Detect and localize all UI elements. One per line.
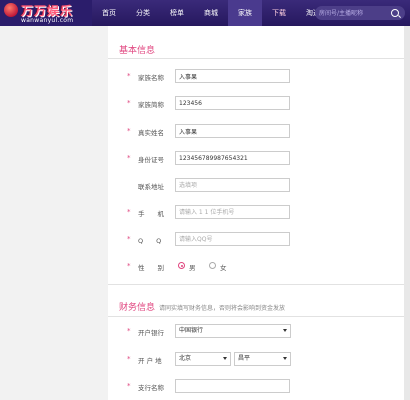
row-phone: * 手 机 xyxy=(108,205,410,219)
field-label: 身份证号 xyxy=(138,156,164,164)
site-logo[interactable]: 万万娱乐 wanwanyul.com xyxy=(0,0,92,26)
search-icon[interactable] xyxy=(391,9,399,17)
chevron-down-icon xyxy=(283,357,287,360)
field-label: 联系地址 xyxy=(138,183,164,191)
nav-item-home[interactable]: 首页 xyxy=(92,0,126,26)
required-mark: * xyxy=(127,382,131,390)
city-select[interactable]: 昌平 xyxy=(234,352,291,366)
section-divider xyxy=(108,284,410,285)
field-label: Q Q xyxy=(138,237,162,245)
province-select-value: 北京 xyxy=(179,355,192,362)
search-input[interactable] xyxy=(319,6,391,20)
page-scrollbar[interactable] xyxy=(404,26,410,400)
required-mark: * xyxy=(127,208,131,216)
real-name-field[interactable] xyxy=(175,124,290,138)
city-select-value: 昌平 xyxy=(238,355,251,362)
row-address: 联系地址 xyxy=(108,178,410,192)
field-label: 开 户 地 xyxy=(138,357,162,365)
nav-item-ranking[interactable]: 榜单 xyxy=(160,0,194,26)
gender-female-label[interactable]: 女 xyxy=(220,262,227,272)
qq-field[interactable] xyxy=(175,232,290,246)
required-mark: * xyxy=(127,262,131,270)
family-apply-form: 基本信息 * 家族名称 * 家族简称 * 真实姓名 * 身份证号 联系地址 * … xyxy=(108,26,410,400)
field-label: 家族名称 xyxy=(138,74,164,82)
row-bank: * 开户银行 中国银行 xyxy=(108,324,410,338)
family-short-name-field[interactable] xyxy=(175,96,290,110)
bank-select[interactable]: 中国银行 xyxy=(175,324,291,338)
finance-title-text: 财务信息 xyxy=(119,303,156,313)
field-label: 性 别 xyxy=(138,264,164,272)
bank-select-value: 中国银行 xyxy=(179,327,204,334)
top-navigation-bar: 万万娱乐 wanwanyul.com 首页 分类 榜单 商城 家族 下载 淘选 xyxy=(0,0,410,26)
required-mark: * xyxy=(127,99,131,107)
logo-mascot-icon xyxy=(4,3,18,17)
main-nav: 首页 分类 榜单 商城 家族 下载 淘选 xyxy=(92,0,330,26)
row-gender: * 性 别 男 女 xyxy=(108,259,410,273)
field-label: 家族简称 xyxy=(138,101,164,109)
nav-item-download[interactable]: 下载 xyxy=(262,0,296,26)
chevron-down-icon xyxy=(223,357,227,360)
id-number-field[interactable] xyxy=(175,151,290,165)
row-branch: * 支行名称 xyxy=(108,379,410,393)
phone-field[interactable] xyxy=(175,205,290,219)
gender-female-radio[interactable] xyxy=(209,262,216,269)
province-select[interactable]: 北京 xyxy=(175,352,231,366)
row-family-name: * 家族名称 xyxy=(108,69,410,83)
nav-item-category[interactable]: 分类 xyxy=(126,0,160,26)
field-label: 手 机 xyxy=(138,210,164,218)
required-mark: * xyxy=(127,235,131,243)
gender-male-label[interactable]: 男 xyxy=(189,262,196,272)
logo-domain: wanwanyul.com xyxy=(21,17,74,24)
family-name-field[interactable] xyxy=(175,69,290,83)
gender-male-radio[interactable] xyxy=(178,262,185,269)
required-mark: * xyxy=(127,127,131,135)
field-label: 支行名称 xyxy=(138,384,164,392)
row-real-name: * 真实姓名 xyxy=(108,124,410,138)
section-divider xyxy=(108,58,410,59)
nav-item-shop[interactable]: 商城 xyxy=(194,0,228,26)
field-label: 真实姓名 xyxy=(138,129,164,137)
required-mark: * xyxy=(127,154,131,162)
required-mark: * xyxy=(127,72,131,80)
required-mark: * xyxy=(127,327,131,335)
field-label: 开户银行 xyxy=(138,329,164,337)
row-id-number: * 身份证号 xyxy=(108,151,410,165)
row-location: * 开 户 地 北京 昌平 xyxy=(108,352,410,366)
row-qq: * Q Q xyxy=(108,232,410,246)
address-field[interactable] xyxy=(175,178,290,192)
finance-subtitle: 请同实填写财务信息，否则将会影响到资金发放 xyxy=(159,305,286,312)
basic-info-title: 基本信息 xyxy=(119,46,156,56)
finance-info-title: 财务信息 请同实填写财务信息，否则将会影响到资金发放 xyxy=(119,300,285,313)
required-mark: * xyxy=(127,355,131,363)
chevron-down-icon xyxy=(283,329,287,332)
nav-item-family[interactable]: 家族 xyxy=(228,0,262,26)
branch-name-field[interactable] xyxy=(175,379,290,393)
search-box xyxy=(315,6,405,20)
row-family-short: * 家族简称 xyxy=(108,96,410,110)
section-divider xyxy=(108,316,410,317)
